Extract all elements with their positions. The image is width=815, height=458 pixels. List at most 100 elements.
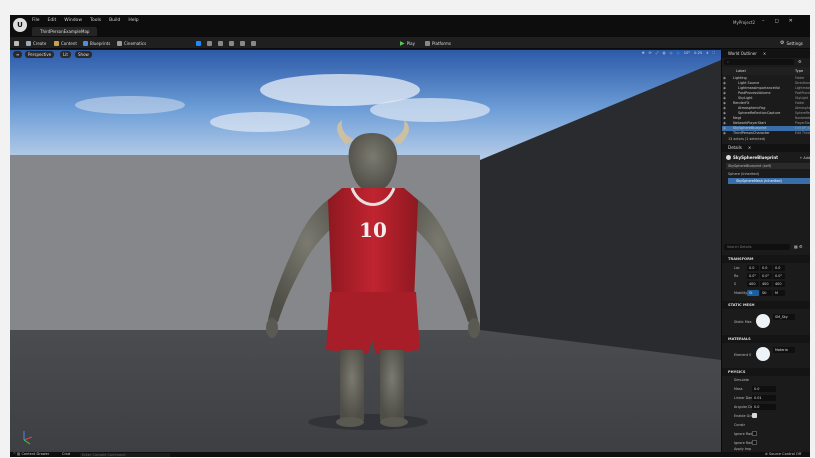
menu-edit[interactable]: Edit bbox=[48, 18, 57, 23]
menu-window[interactable]: Window bbox=[64, 18, 82, 23]
camera-speed[interactable]: 4 bbox=[706, 51, 708, 55]
location-z[interactable]: 0.0 bbox=[773, 265, 785, 271]
apply-impulse-label: Apply Imp bbox=[734, 447, 752, 451]
details-actor-row: SkySphereBlueprint + Add bbox=[726, 154, 810, 161]
viewport-snap-controls: ✥ ⟳ ⤢ ◍ ◇ ▦ 10° 0.25 4 ⛶ bbox=[642, 51, 715, 55]
rotation-z[interactable]: 0.0° bbox=[773, 273, 785, 279]
materials-header[interactable]: MATERIALS bbox=[722, 335, 810, 343]
grid-snap-icon[interactable]: ▦ bbox=[676, 51, 679, 55]
add-component-button[interactable]: + Add bbox=[800, 156, 810, 160]
ignore-radial-impulse-checkbox[interactable] bbox=[752, 431, 757, 436]
outliner-header: Label Type bbox=[722, 67, 810, 75]
translate-icon[interactable]: ✥ bbox=[642, 51, 645, 55]
gear-icon: ⚙ bbox=[780, 40, 785, 46]
select-icon[interactable] bbox=[196, 40, 201, 46]
console-input[interactable]: Enter Console Command bbox=[80, 452, 170, 457]
source-control-button[interactable]: ⊘ Source Control Off bbox=[765, 452, 801, 457]
foliage-icon[interactable] bbox=[218, 40, 223, 46]
menu-file[interactable]: File bbox=[32, 18, 40, 23]
ignore-radial-force-checkbox[interactable] bbox=[752, 440, 757, 445]
scale-z[interactable]: 400 bbox=[773, 281, 785, 287]
details-tab[interactable]: Details × bbox=[722, 144, 810, 152]
details-search-input[interactable]: Search Details bbox=[724, 244, 790, 250]
snap-scale[interactable]: 0.25 bbox=[694, 51, 702, 55]
title-bar: U File Edit Window Tools Build Help Thir… bbox=[10, 15, 810, 37]
mobility-movable[interactable]: M bbox=[773, 290, 785, 296]
scale-y[interactable]: 400 bbox=[760, 281, 772, 287]
outliner-tab[interactable]: World Outliner × bbox=[722, 50, 810, 58]
menu-build[interactable]: Build bbox=[109, 18, 120, 23]
snap-angle[interactable]: 10° bbox=[684, 51, 690, 55]
ignore-radial-force-label: Ignore Rad bbox=[734, 441, 753, 445]
create-button[interactable]: Create bbox=[26, 39, 46, 47]
mass-field[interactable]: 0.0 bbox=[752, 386, 776, 392]
unreal-logo[interactable]: U bbox=[13, 18, 27, 32]
blueprint-icon bbox=[83, 40, 88, 46]
map-tab[interactable]: ThirdPersonExampleMap bbox=[32, 27, 98, 36]
minimize-button[interactable]: – bbox=[762, 18, 765, 24]
component-skysphere-mesh[interactable]: SkySphereMesh (Inherited) bbox=[728, 178, 810, 184]
rotate-icon[interactable]: ⟳ bbox=[649, 51, 652, 55]
scale-icon[interactable]: ⤢ bbox=[656, 51, 659, 55]
mobility-static[interactable]: St bbox=[747, 290, 759, 296]
paint-icon[interactable] bbox=[229, 40, 234, 46]
cube-icon bbox=[26, 40, 31, 46]
location-x[interactable]: 0.0 bbox=[747, 265, 759, 271]
component-sphere[interactable]: Sphere (Inherited) bbox=[728, 172, 759, 176]
outliner-settings-icon[interactable]: ⚙ bbox=[798, 59, 802, 64]
perspective-button[interactable]: Perspective bbox=[25, 51, 55, 58]
visibility-eye-icon[interactable]: ◉ bbox=[723, 131, 726, 136]
outliner-item[interactable]: ThirdPersonCharacter bbox=[733, 131, 770, 136]
save-button[interactable] bbox=[14, 39, 19, 47]
details-grid-icon[interactable]: ▦ ⚙ bbox=[794, 244, 803, 249]
outliner-search-input[interactable]: ⌕ bbox=[724, 59, 794, 65]
cmd-button[interactable]: Cmd bbox=[62, 452, 70, 457]
show-button[interactable]: Show bbox=[75, 51, 92, 58]
content-drawer-button[interactable]: ^ ▥ Content Drawer bbox=[13, 452, 49, 457]
outliner-item[interactable]: SphereReflectionCapture bbox=[738, 111, 780, 116]
lit-button[interactable]: Lit bbox=[60, 51, 71, 58]
linear-damping-field[interactable]: 0.01 bbox=[752, 395, 776, 401]
mobility-stationary[interactable]: Sti bbox=[760, 290, 772, 296]
details-tab-label: Details bbox=[728, 145, 742, 150]
static-mesh-thumbnail[interactable] bbox=[756, 314, 770, 328]
component-self[interactable]: SkySphereBlueprint (self) bbox=[726, 163, 810, 169]
close-button[interactable]: ✕ bbox=[789, 18, 793, 24]
element-0-label: Element 0 bbox=[734, 353, 752, 357]
maximize-button[interactable]: ◻ bbox=[775, 18, 779, 24]
project-name: MyProject2 bbox=[733, 20, 756, 25]
world-icon[interactable]: ◍ bbox=[662, 51, 665, 55]
cinematics-button[interactable]: Cinematics bbox=[117, 39, 146, 47]
physics-header[interactable]: PHYSICS bbox=[722, 368, 810, 376]
menu-tools[interactable]: Tools bbox=[90, 18, 101, 23]
menu-help[interactable]: Help bbox=[128, 18, 138, 23]
play-button[interactable]: ▶ Play bbox=[400, 39, 415, 47]
material-thumbnail[interactable] bbox=[756, 347, 770, 361]
angular-damping-field[interactable]: 0.0 bbox=[752, 404, 776, 410]
fracture-icon[interactable] bbox=[251, 40, 256, 46]
scale-x[interactable]: 400 bbox=[747, 281, 759, 287]
type-column-header[interactable]: Type bbox=[795, 67, 803, 75]
static-mesh-dropdown[interactable]: SM_Sky bbox=[773, 314, 795, 320]
content-button[interactable]: Content bbox=[54, 39, 77, 47]
transform-header[interactable]: TRANSFORM bbox=[722, 255, 810, 263]
maximize-viewport-icon[interactable]: ⛶ bbox=[712, 51, 715, 55]
landscape-icon[interactable] bbox=[207, 40, 212, 46]
main-toolbar: Create Content Blueprints Cinematics ▶ Pl… bbox=[10, 37, 810, 49]
enable-gravity-checkbox[interactable] bbox=[752, 413, 757, 418]
constraints-label[interactable]: Constr bbox=[734, 423, 745, 427]
platforms-button[interactable]: Platforms bbox=[425, 39, 451, 47]
mesh-icon[interactable] bbox=[240, 40, 245, 46]
rotation-x[interactable]: 0.0° bbox=[747, 273, 759, 279]
static-mesh-header[interactable]: STATIC MESH bbox=[722, 301, 810, 309]
level-viewport[interactable]: 10 ≡ Perspective Lit Show ✥ ⟳ ⤢ ◍ ◇ ▦ 10… bbox=[10, 50, 721, 452]
material-dropdown[interactable]: Materia bbox=[773, 347, 795, 353]
label-column-header[interactable]: Label bbox=[736, 69, 746, 73]
viewport-options-button[interactable]: ≡ bbox=[13, 51, 23, 58]
blueprints-button[interactable]: Blueprints bbox=[83, 39, 110, 47]
editor-window: U File Edit Window Tools Build Help Thir… bbox=[10, 15, 810, 457]
location-y[interactable]: 0.0 bbox=[760, 265, 772, 271]
surface-snap-icon[interactable]: ◇ bbox=[670, 51, 673, 55]
rotation-y[interactable]: 0.0° bbox=[760, 273, 772, 279]
settings-button[interactable]: ⚙ Settings bbox=[780, 39, 803, 47]
